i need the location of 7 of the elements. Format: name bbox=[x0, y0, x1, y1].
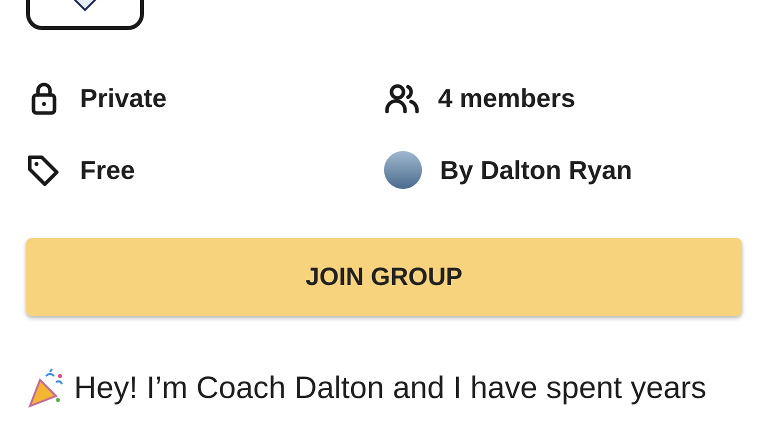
detail-label: By Dalton Ryan bbox=[440, 154, 632, 186]
join-group-button[interactable]: JOIN GROUP bbox=[26, 238, 742, 316]
description-text: Hey! I’m Coach Dalton and I have spent years bbox=[74, 370, 706, 406]
detail-label: Private bbox=[80, 82, 167, 114]
avatar bbox=[384, 151, 422, 189]
detail-label: 4 members bbox=[438, 82, 576, 114]
detail-label: Free bbox=[80, 154, 135, 186]
